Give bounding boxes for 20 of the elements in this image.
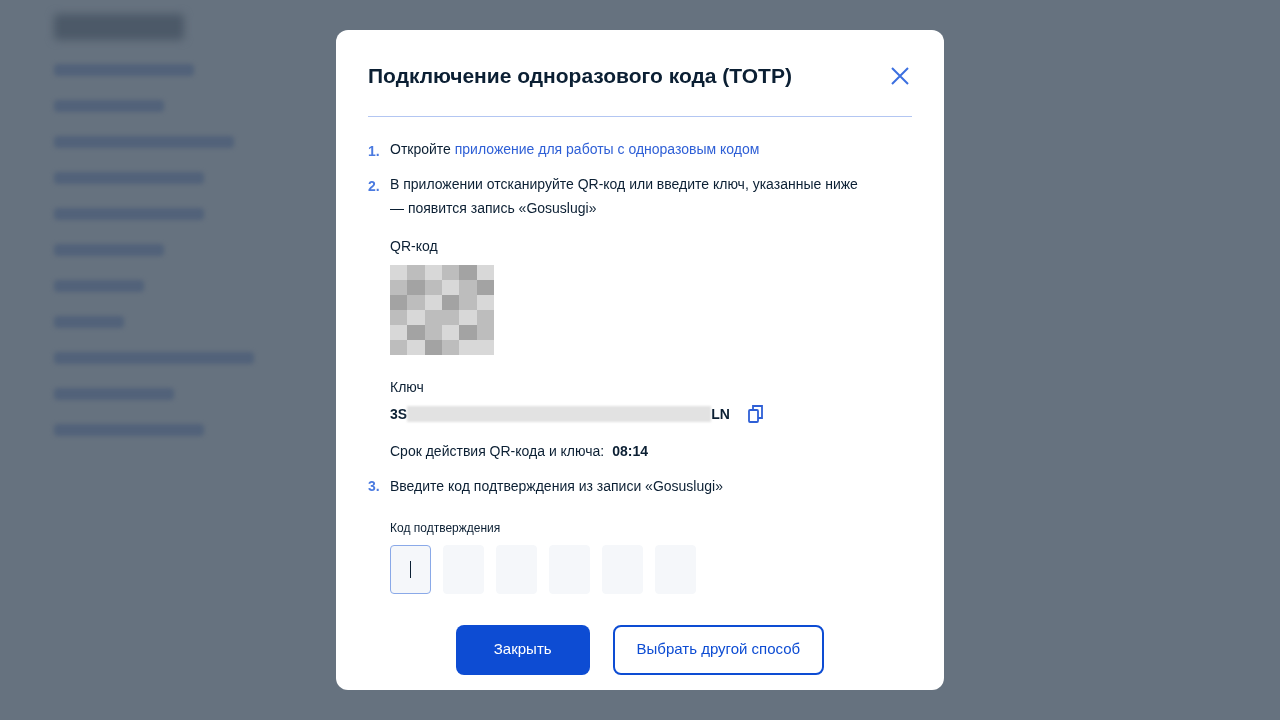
app-link[interactable]: приложение для работы с одноразовым кодом xyxy=(454,140,760,157)
code-label: Код подтверждения xyxy=(390,519,502,537)
close-button[interactable]: Закрыть xyxy=(455,624,590,675)
other-method-button[interactable]: Выбрать другой способ xyxy=(612,624,825,675)
expiry-label: Срок действия QR-кода и ключа: xyxy=(390,441,605,461)
key-start: 3S xyxy=(390,404,408,424)
code-digit-field[interactable] xyxy=(390,544,431,594)
step-text: Откройте приложение для работы с одноразовым кодом xyxy=(390,139,761,159)
qr-label: QR-код xyxy=(390,236,439,256)
copy-icon[interactable] xyxy=(745,404,766,424)
step-number: 1. xyxy=(368,141,381,161)
step-text: Введите код подтверждения из записи «Gosuslugi» xyxy=(390,476,723,496)
step-text: В приложении отсканируйте QR-код или введите ключ, указанные ниже — появится запись «Gosuslugi» xyxy=(390,174,859,218)
step-number: 2. xyxy=(368,176,381,196)
key-end: LN xyxy=(711,404,730,424)
text-cursor-icon xyxy=(410,560,411,578)
step-number: 3. xyxy=(368,476,381,496)
key-label: Ключ xyxy=(390,377,425,397)
expiry-time: 08:14 xyxy=(612,441,649,461)
dialog-title: Подключение одноразового кода (TOTP) xyxy=(368,63,792,89)
